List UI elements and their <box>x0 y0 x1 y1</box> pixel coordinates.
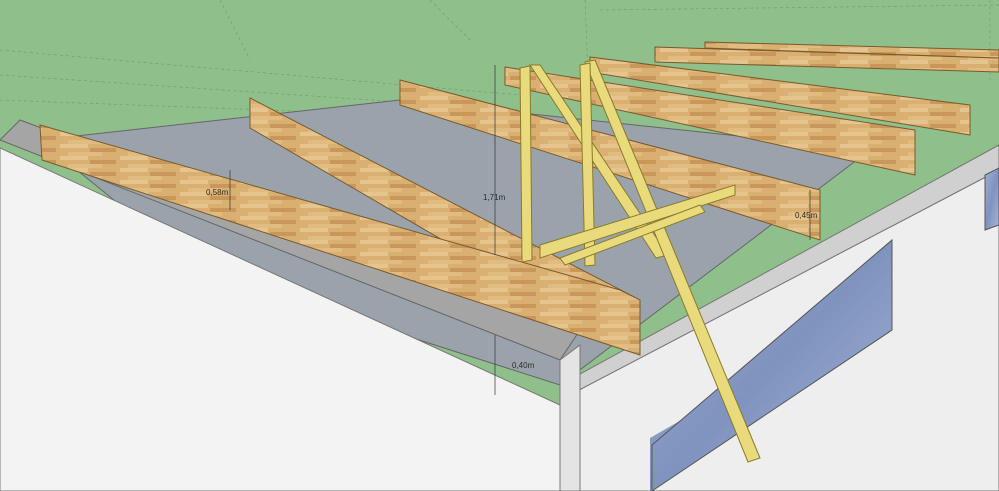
beam-height-label: 0,58m <box>206 188 229 197</box>
window-panel-rear <box>984 167 999 231</box>
frame-height-label: 1,71m <box>483 193 506 202</box>
wall-height-label: 0,40m <box>512 361 535 370</box>
front-wall-end <box>559 344 581 491</box>
rear-beam-height-label: 0,45m <box>795 211 818 220</box>
roof-scene: 0,58m 1,71m 0,40m 0,45m <box>0 0 999 491</box>
